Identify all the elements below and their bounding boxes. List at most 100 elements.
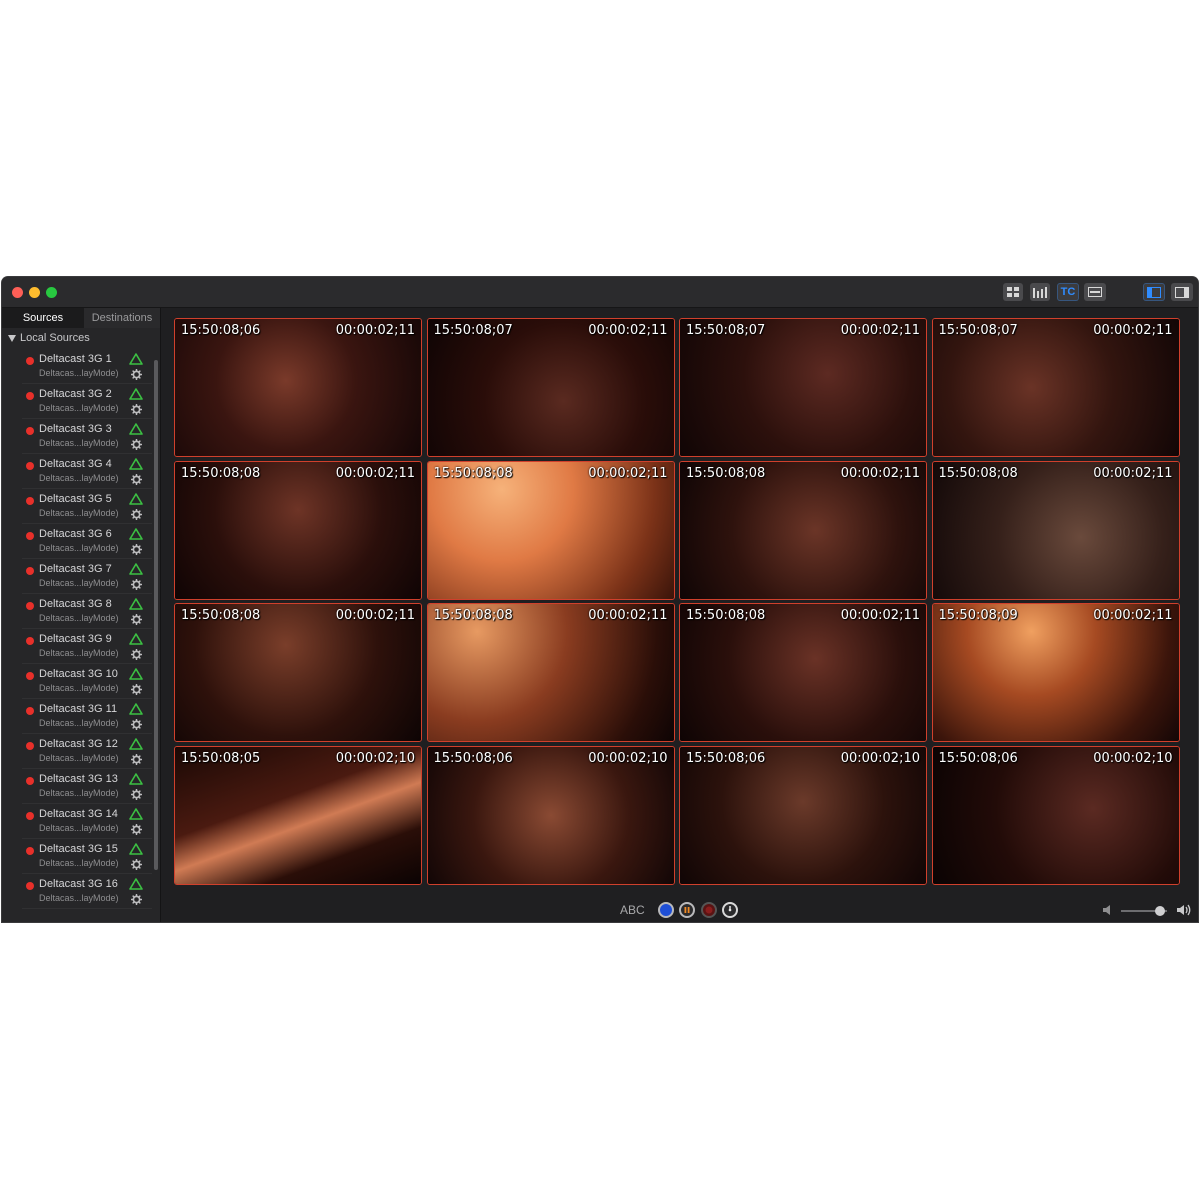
gear-icon[interactable] (131, 684, 142, 695)
audio-channels-label[interactable]: ABC (620, 903, 645, 917)
record-button[interactable] (701, 902, 717, 918)
status-dot-icon (26, 847, 34, 855)
source-name: Deltacast 3G 4 (39, 458, 112, 470)
status-dot-icon (26, 707, 34, 715)
video-frame (427, 604, 674, 741)
source-item[interactable]: Deltacast 3G 1 Deltacas...layMode) (2, 349, 152, 384)
gear-icon[interactable] (131, 649, 142, 660)
gear-icon[interactable] (131, 859, 142, 870)
gear-icon[interactable] (131, 544, 142, 555)
gear-icon[interactable] (131, 789, 142, 800)
video-tile[interactable]: 15:50:08;08 00:00:02;11 (426, 460, 675, 600)
audio-meters-button[interactable] (1030, 283, 1050, 301)
signal-triangle-icon (129, 528, 143, 540)
source-item[interactable]: Deltacast 3G 10 Deltacas...layMode) (2, 664, 152, 699)
gauge-button[interactable] (722, 902, 738, 918)
gear-icon[interactable] (131, 614, 142, 625)
video-tile[interactable]: 15:50:08;07 00:00:02;11 (426, 318, 675, 457)
sidebar-left-icon (1147, 286, 1161, 298)
video-tile[interactable]: 15:50:08;09 00:00:02;11 (931, 603, 1180, 742)
overlay-button[interactable] (1084, 283, 1106, 301)
source-timecode: 15:50:08;06 (181, 323, 261, 338)
close-window-button[interactable] (12, 287, 23, 298)
gear-icon[interactable] (131, 404, 142, 415)
source-item[interactable]: Deltacast 3G 8 Deltacas...layMode) (2, 594, 152, 629)
video-frame (932, 604, 1179, 741)
gear-icon[interactable] (131, 579, 142, 590)
disclosure-triangle-icon[interactable] (8, 334, 16, 342)
elapsed-timecode: 00:00:02;10 (840, 750, 920, 766)
source-item[interactable]: Deltacast 3G 14 Deltacas...layMode) (2, 804, 152, 839)
video-tile[interactable]: 15:50:08;06 00:00:02;11 (174, 318, 422, 457)
gear-icon[interactable] (131, 824, 142, 835)
gear-icon[interactable] (131, 369, 142, 380)
source-name: Deltacast 3G 7 (39, 563, 112, 575)
source-item[interactable]: Deltacast 3G 15 Deltacas...layMode) (2, 839, 152, 874)
source-item[interactable]: Deltacast 3G 6 Deltacas...layMode) (2, 524, 152, 559)
video-tile[interactable]: 15:50:08;08 00:00:02;11 (174, 603, 422, 742)
video-tile[interactable]: 15:50:08;08 00:00:02;11 (426, 603, 675, 742)
source-subtitle: Deltacas...layMode) (39, 368, 119, 378)
zoom-window-button[interactable] (46, 287, 57, 298)
video-tile[interactable]: 15:50:08;07 00:00:02;11 (931, 318, 1180, 457)
source-timecode: 15:50:08;08 (433, 608, 513, 623)
gear-icon[interactable] (131, 474, 142, 485)
video-frame (680, 746, 926, 884)
video-tile[interactable]: 15:50:08;06 00:00:02;10 (679, 745, 927, 885)
video-tile[interactable]: 15:50:08;08 00:00:02;11 (931, 460, 1180, 600)
gauge-icon (728, 906, 732, 912)
gear-icon[interactable] (131, 894, 142, 905)
tab-destinations[interactable]: Destinations (84, 308, 160, 328)
video-frame (427, 319, 674, 456)
status-dot-icon (26, 777, 34, 785)
source-subtitle: Deltacas...layMode) (39, 683, 119, 693)
source-subtitle: Deltacas...layMode) (39, 543, 119, 553)
tab-sources[interactable]: Sources (2, 308, 84, 328)
pause-button[interactable] (679, 902, 695, 918)
source-item[interactable]: Deltacast 3G 4 Deltacas...layMode) (2, 454, 152, 489)
source-name: Deltacast 3G 2 (39, 388, 112, 400)
source-name: Deltacast 3G 11 (39, 703, 118, 715)
status-dot-icon (26, 497, 34, 505)
gear-icon[interactable] (131, 719, 142, 730)
minimize-window-button[interactable] (29, 287, 40, 298)
video-tile[interactable]: 15:50:08;06 00:00:02;10 (931, 745, 1180, 885)
timecode-button[interactable]: TC (1057, 283, 1079, 301)
grid-view-button[interactable] (1003, 283, 1023, 301)
source-item[interactable]: Deltacast 3G 13 Deltacas...layMode) (2, 769, 152, 804)
status-dot-icon (26, 882, 34, 890)
video-tile[interactable]: 15:50:08;05 00:00:02;10 (174, 745, 422, 885)
video-tile[interactable]: 15:50:08;07 00:00:02;11 (679, 318, 927, 457)
source-subtitle: Deltacas...layMode) (39, 858, 119, 868)
toggle-left-sidebar-button[interactable] (1143, 283, 1165, 301)
source-item[interactable]: Deltacast 3G 11 Deltacas...layMode) (2, 699, 152, 734)
source-name: Deltacast 3G 13 (39, 773, 118, 785)
source-item[interactable]: Deltacast 3G 9 Deltacas...layMode) (2, 629, 152, 664)
source-item[interactable]: Deltacast 3G 5 Deltacas...layMode) (2, 489, 152, 524)
source-item[interactable]: Deltacast 3G 2 Deltacas...layMode) (2, 384, 152, 419)
source-item[interactable]: Deltacast 3G 3 Deltacas...layMode) (2, 419, 152, 454)
gear-icon[interactable] (131, 754, 142, 765)
video-frame (932, 746, 1179, 884)
signal-triangle-icon (129, 423, 143, 435)
toggle-right-sidebar-button[interactable] (1171, 283, 1193, 301)
video-tile[interactable]: 15:50:08;08 00:00:02;11 (174, 460, 422, 600)
gear-icon[interactable] (131, 509, 142, 520)
source-item[interactable]: Deltacast 3G 7 Deltacas...layMode) (2, 559, 152, 594)
video-tile[interactable]: 15:50:08;08 00:00:02;11 (679, 603, 927, 742)
signal-triangle-icon (129, 703, 143, 715)
volume-low-icon (1103, 905, 1110, 915)
local-sources-group[interactable]: Local Sources (8, 332, 90, 344)
volume-slider-knob[interactable] (1155, 906, 1166, 916)
source-name: Deltacast 3G 10 (39, 668, 118, 680)
elapsed-timecode: 00:00:02;11 (335, 608, 415, 623)
sidebar-right-icon (1175, 286, 1189, 298)
sidebar-scrollbar[interactable] (154, 360, 158, 870)
video-tile[interactable]: 15:50:08;06 00:00:02;10 (426, 745, 675, 885)
gear-icon[interactable] (131, 439, 142, 450)
source-subtitle: Deltacas...layMode) (39, 438, 119, 448)
blue-circle-icon[interactable] (658, 902, 674, 918)
source-item[interactable]: Deltacast 3G 12 Deltacas...layMode) (2, 734, 152, 769)
video-tile[interactable]: 15:50:08;08 00:00:02;11 (679, 460, 927, 600)
source-item[interactable]: Deltacast 3G 16 Deltacas...layMode) (2, 874, 152, 909)
